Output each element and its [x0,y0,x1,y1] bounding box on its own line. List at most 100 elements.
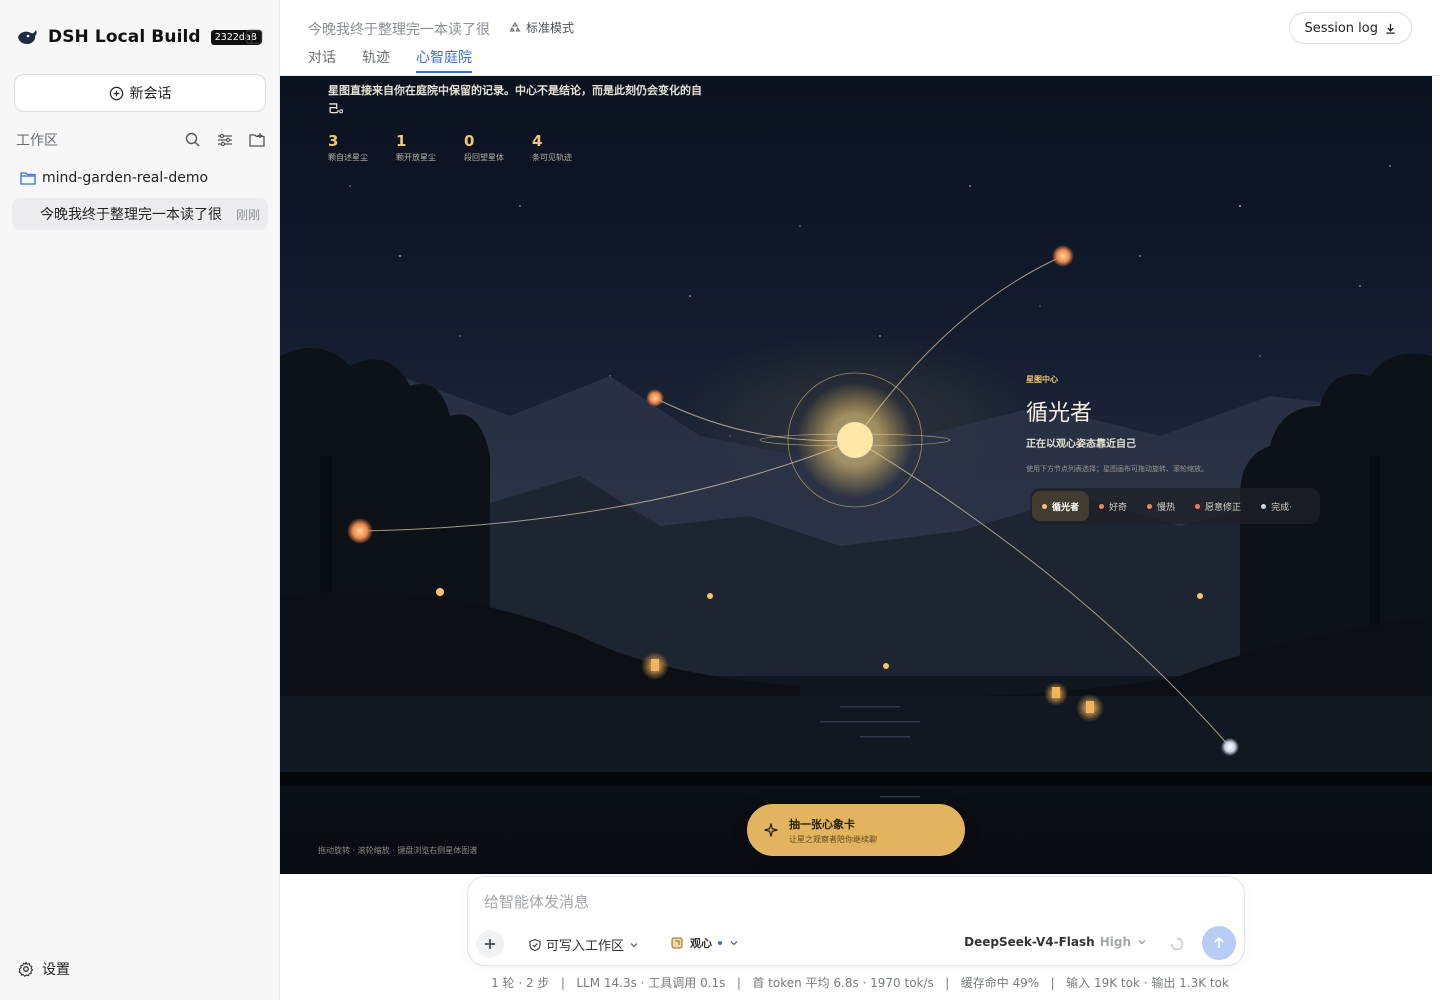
center-kicker: 星图中心 [1026,375,1058,384]
plus-circle-icon [109,86,123,100]
garden-description: 星图直接来自你在庭院中保留的记录。中心不是结论，而是此刻仍会变化的自己。 [328,84,702,115]
gear-icon [18,961,34,977]
arrow-up-icon [1214,936,1224,948]
stat-item: 3 颗自述星尘 [328,132,368,163]
node-label: 循光者 [1052,502,1080,513]
app-name: DSH Local Build [48,27,201,47]
stat-label: 条可见轨迹 [532,153,572,162]
model-level: High [1099,935,1131,949]
session-time: 刚刚 [235,207,260,222]
star-node[interactable] [1052,245,1074,267]
active-dot [718,941,722,945]
stat-item: 0 段回望星体 [464,132,504,163]
node-chip[interactable]: 慢热 [1137,491,1185,521]
workspace-header: 工作区 [16,130,266,150]
session-item[interactable]: 今晚我终于整理完一本读了很 刚刚 [12,198,268,230]
stat-label: 颗自述星尘 [328,153,368,162]
brand: DSH Local Build 2322da8 [16,24,261,50]
stat-item: 4 条可见轨迹 [532,132,572,163]
node-dot [1147,503,1153,509]
settings-label: 设置 [42,962,70,978]
recycle-icon [509,21,521,32]
loading-icon [1170,937,1184,951]
permission-selector[interactable]: 可写入工作区 [528,935,640,954]
new-chat-label: 新会话 [129,86,172,102]
mind-garden-canvas[interactable]: 星图直接来自你在庭院中保留的记录。中心不是结论，而是此刻仍会变化的自己。 3 颗自… [280,76,1432,874]
garden-scene [280,165,1432,818]
filter-icon[interactable] [216,131,234,149]
node-dot [1261,503,1267,509]
draw-card-title: 抽一张心象卡 [789,817,855,831]
conversation-title: 今晚我终于整理完一本读了很 [308,22,490,38]
mode-selector[interactable]: 标准模式 [508,19,574,36]
sidebar-toggle-icon[interactable] [244,27,264,47]
star-node[interactable] [646,389,664,407]
workspace-folder[interactable]: mind-garden-real-demo [20,170,208,186]
tab-trace[interactable]: 轨迹 [362,47,390,73]
folder-name: mind-garden-real-demo [42,170,209,186]
node-label: 好奇 [1109,502,1128,513]
model-selector[interactable]: DeepSeek-V4-Flash High [964,935,1148,949]
tab-mind-garden[interactable]: 心智庭院 [416,47,472,73]
stat-label: 段回望星体 [464,153,504,162]
draw-card-button[interactable]: 抽一张心象卡 让星之观察者陪你继续聊 [747,804,965,856]
node-dot [1195,503,1201,509]
node-label: 愿意修正 [1205,502,1242,513]
node-label: 慢热 [1157,502,1176,513]
mind-mode-selector[interactable]: 观心 [670,935,740,951]
session-title: 今晚我终于整理完一本读了很 [40,207,222,223]
shield-icon [529,938,541,951]
stat-value: 4 [532,132,543,150]
message-composer: 可写入工作区 观心 DeepSeek-V4-Flash High [467,876,1245,966]
stat-label: 颗开放星尘 [396,153,436,162]
node-label: 完成· [1271,502,1292,513]
conversation-header: 今晚我终于整理完一本读了很 标准模式 对话 轨迹 心智庭院 Session lo… [280,0,1440,76]
cube-icon [671,937,683,949]
stat-value: 1 [396,132,407,150]
star-node[interactable] [1221,738,1239,756]
canvas-hint: 拖动旋转 · 滚轮缩放 · 键盘浏览右侧星体图谱 [318,846,478,855]
chevron-down-icon [1138,940,1146,945]
send-button[interactable] [1202,926,1236,960]
node-dot [1042,503,1047,509]
session-log-button[interactable]: Session log [1289,12,1412,44]
stat-value: 3 [328,132,339,150]
node-chip[interactable]: 循光者 [1032,491,1090,521]
tab-chat[interactable]: 对话 [308,47,336,73]
attach-button[interactable] [476,930,504,958]
chevron-down-icon [630,942,638,947]
whale-logo-icon [18,30,37,44]
mind-mode-label: 观心 [690,937,712,950]
node-dot [1099,503,1105,509]
center-name: 循光者 [1026,401,1093,426]
center-hint: 使用下方节点列表选择；星图画布可拖动旋转、滚轮缩放。 [1026,465,1208,473]
mode-label: 标准模式 [526,21,575,35]
draw-card-subtitle: 让星之观察者陪你继续聊 [789,834,877,844]
model-name: DeepSeek-V4-Flash [964,935,1095,949]
download-icon [1386,23,1395,34]
stat-value: 0 [464,132,475,150]
run-status-bar: 1 轮 · 2 步 | LLM 14.3s · 工具调用 0.1s | 首 to… [491,976,1229,990]
node-chip[interactable]: 愿意修正 [1185,491,1251,521]
stat-item: 1 颗开放星尘 [396,132,436,163]
node-list: 循光者 好奇 慢热 愿意修正 完成· [1030,488,1320,524]
center-star[interactable] [837,422,873,458]
search-icon[interactable] [184,131,202,149]
workspace-title: 工作区 [16,133,58,149]
session-log-label: Session log [1304,20,1378,36]
node-chip[interactable]: 完成· [1251,491,1302,521]
view-tabs: 对话 轨迹 心智庭院 [308,47,472,73]
new-folder-icon[interactable] [248,131,266,149]
node-chip[interactable]: 好奇 [1089,491,1137,521]
garden-stats: 3 颗自述星尘 1 颗开放星尘 0 段回望星体 4 条可见轨迹 [328,132,572,163]
center-info-panel: 星图中心 循光者 正在以观心姿态靠近自己 使用下方节点列表选择；星图画布可拖动旋… [1026,374,1326,474]
folder-icon [20,172,36,185]
new-chat-button[interactable]: 新会话 [14,74,266,112]
message-input[interactable] [484,889,1224,915]
plus-icon [485,939,495,949]
sidebar: DSH Local Build 2322da8 新会话 工作区 mind-gar… [0,0,280,1000]
permission-label: 可写入工作区 [546,939,625,954]
star-node[interactable] [347,518,373,544]
settings-button[interactable]: 设置 [18,959,70,979]
chevron-down-icon [730,941,738,946]
